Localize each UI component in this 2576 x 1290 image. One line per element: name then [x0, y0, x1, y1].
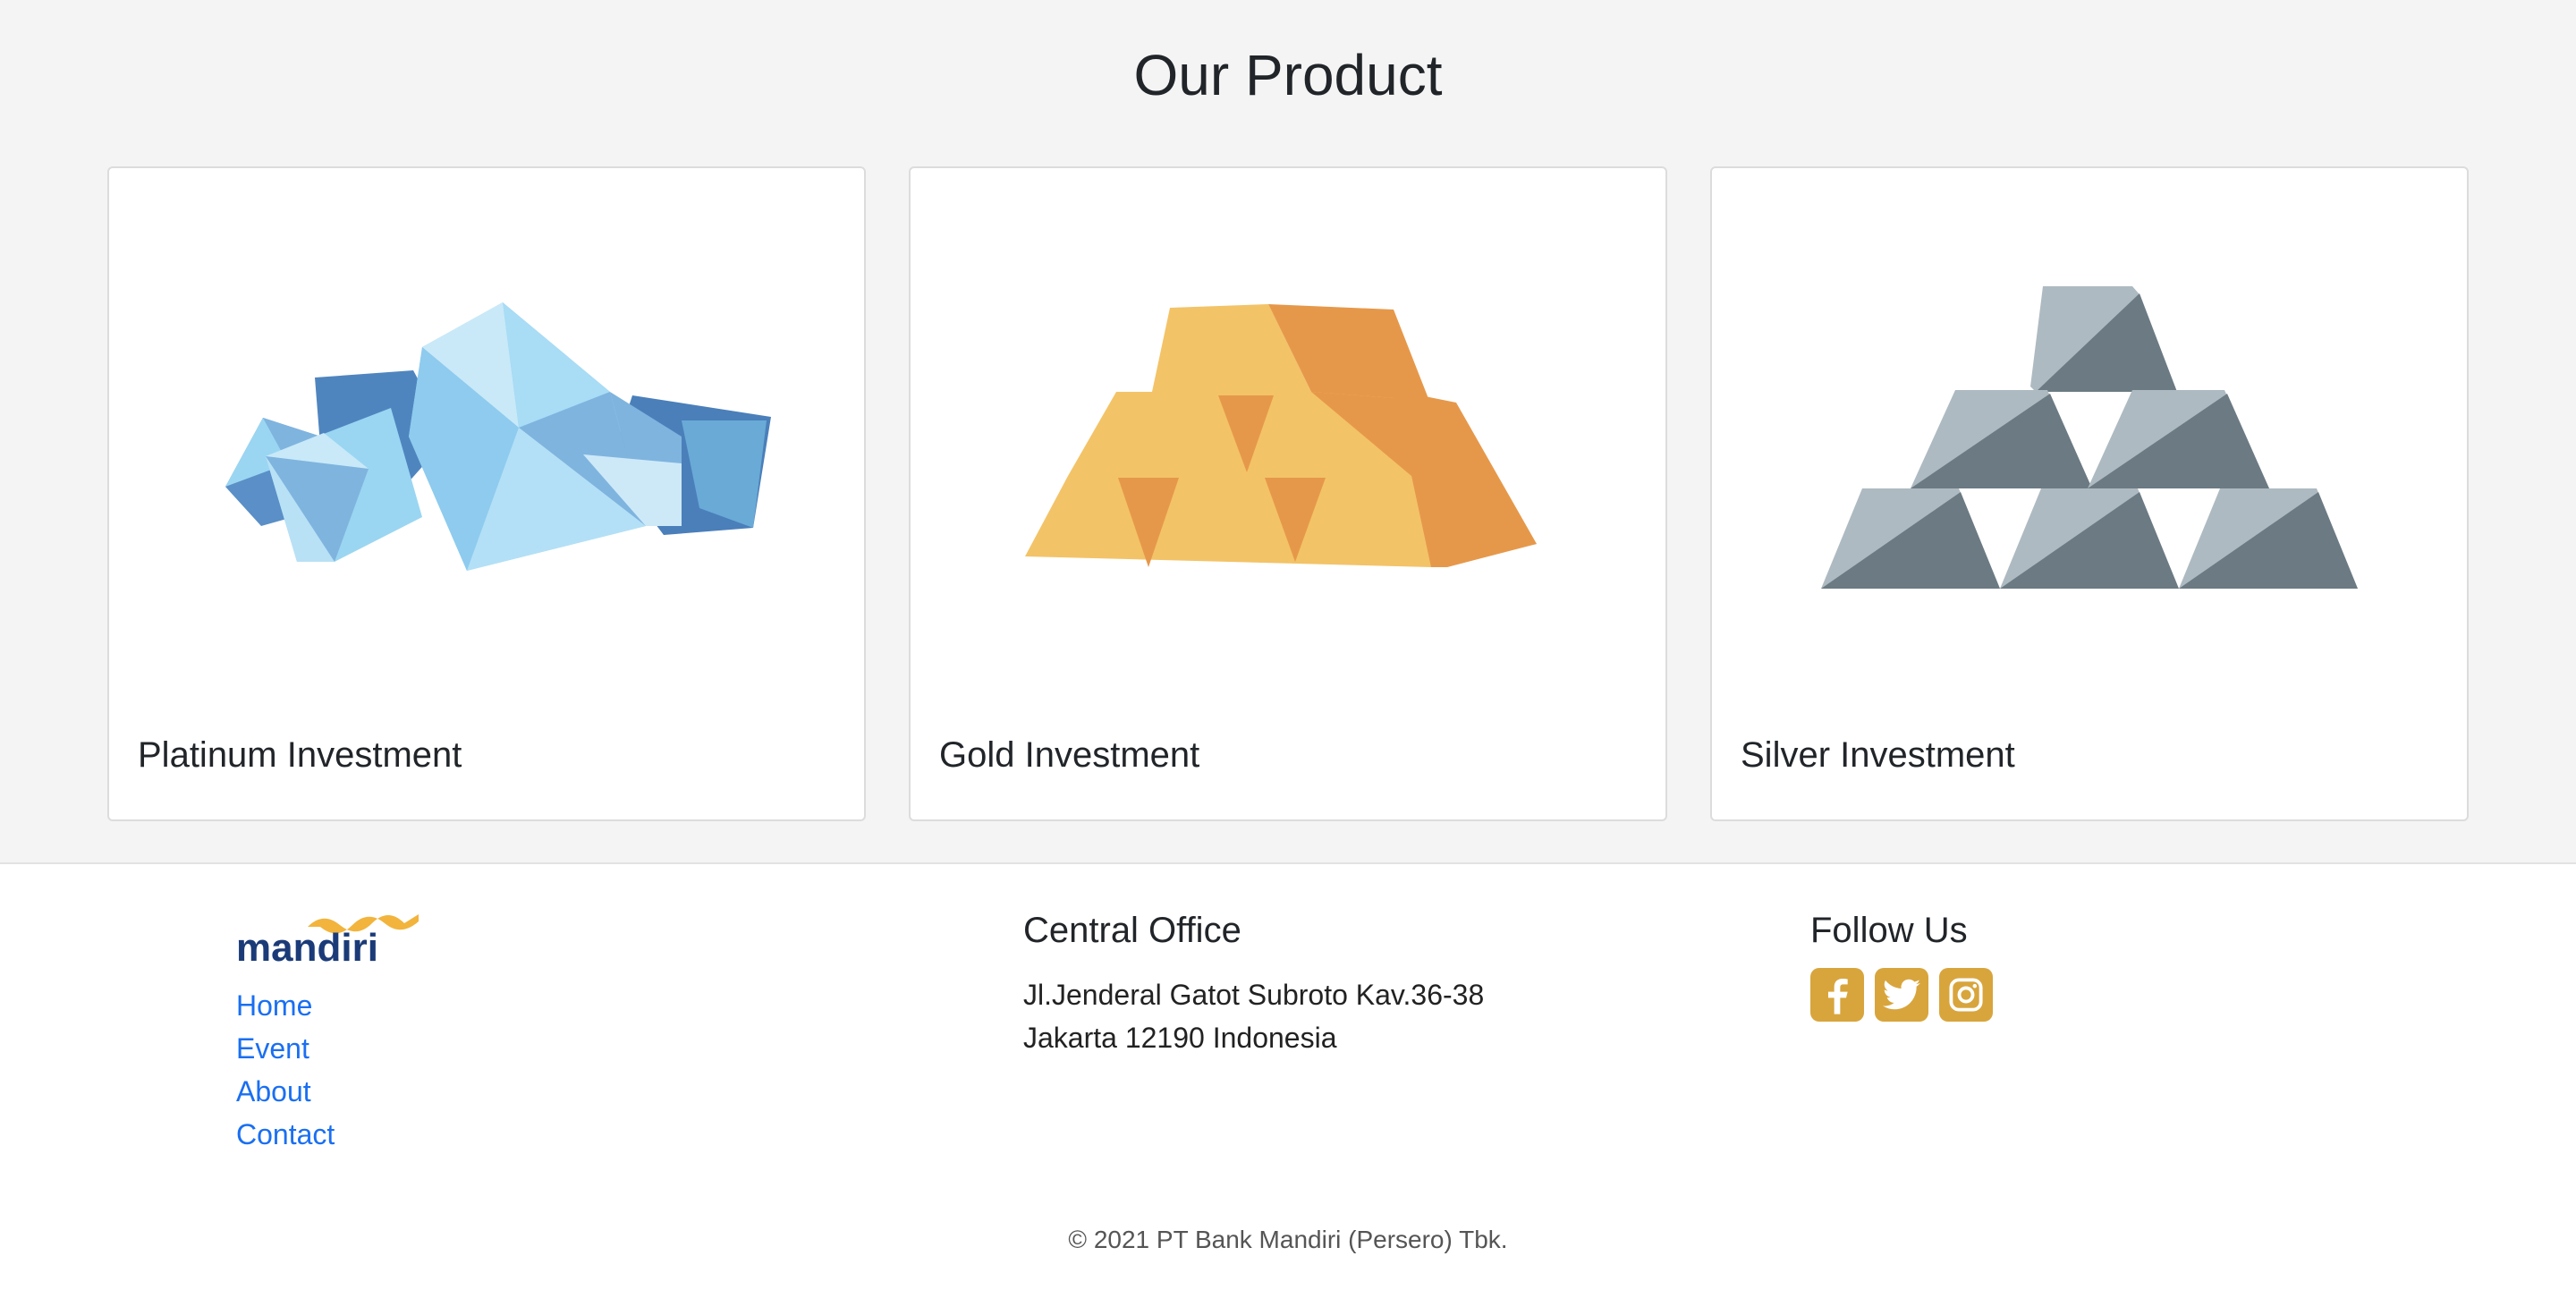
product-card-gold[interactable]: Gold Investment	[909, 166, 1667, 821]
facebook-icon[interactable]	[1810, 968, 1864, 1022]
products-section: Our Product Platinum Investment Gold Inv…	[0, 0, 2576, 864]
address-line-1: Jl.Jenderal Gatot Subroto Kav.36-38	[1023, 979, 1485, 1011]
silver-bars-illustration	[1712, 168, 2467, 723]
footer-office-column: Central Office Jl.Jenderal Gatot Subroto…	[1023, 909, 1484, 1059]
social-links	[1810, 968, 1993, 1022]
footer-link-event[interactable]: Event	[236, 1032, 309, 1065]
office-heading: Central Office	[1023, 911, 1241, 950]
gold-bars-illustration	[911, 168, 1665, 723]
products-title: Our Product	[1133, 43, 1443, 107]
logo-text: mandiri	[236, 926, 378, 968]
product-title: Gold Investment	[939, 735, 1200, 775]
twitter-icon[interactable]	[1875, 968, 1928, 1022]
instagram-icon[interactable]	[1939, 968, 1993, 1022]
product-card-platinum[interactable]: Platinum Investment	[107, 166, 866, 821]
site-footer: mandiri Home Event About Contact Central…	[0, 864, 2576, 1290]
crystal-cluster-illustration	[109, 168, 864, 723]
address-line-2: Jakarta 12190 Indonesia	[1023, 1022, 1337, 1054]
footer-link-contact[interactable]: Contact	[236, 1118, 335, 1150]
copyright-text: © 2021 PT Bank Mandiri (Persero) Tbk.	[1068, 1226, 1508, 1253]
footer-link-home[interactable]: Home	[236, 989, 312, 1022]
footer-brand-column: mandiri Home Event About Contact	[236, 909, 424, 1156]
mandiri-logo[interactable]: mandiri	[236, 909, 424, 968]
footer-social-column: Follow Us	[1810, 909, 1993, 1022]
footer-link-about[interactable]: About	[236, 1075, 311, 1108]
product-title: Platinum Investment	[138, 735, 462, 775]
footer-nav: Home Event About Contact	[236, 984, 424, 1156]
follow-heading: Follow Us	[1810, 911, 1968, 950]
office-address: Jl.Jenderal Gatot Subroto Kav.36-38 Jaka…	[1023, 973, 1484, 1059]
product-card-silver[interactable]: Silver Investment	[1710, 166, 2469, 821]
product-title: Silver Investment	[1741, 735, 2015, 775]
